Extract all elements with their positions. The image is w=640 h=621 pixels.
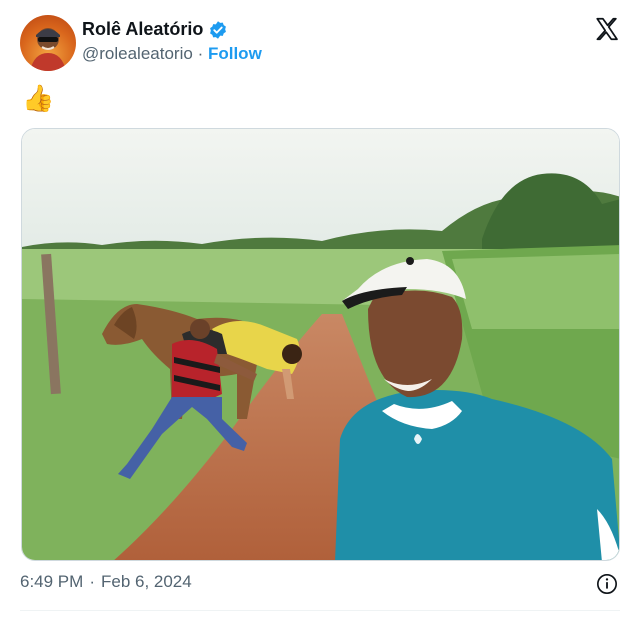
avatar[interactable] bbox=[20, 15, 76, 71]
info-icon[interactable] bbox=[596, 573, 618, 595]
footer-divider bbox=[20, 610, 620, 611]
handle-separator: · bbox=[197, 44, 204, 63]
post-text: 👍 bbox=[22, 83, 55, 113]
author-name[interactable]: Rolê Aleatório bbox=[82, 19, 228, 40]
x-logo-icon[interactable] bbox=[594, 16, 620, 42]
handle-row: @rolealeatorio · Follow bbox=[82, 44, 262, 64]
post-photo-scene bbox=[22, 129, 619, 560]
meta-separator: · bbox=[89, 572, 95, 591]
avatar-portrait-icon bbox=[30, 28, 66, 71]
tweet-card: Rolê Aleatório @rolealeatorio · Follow 👍 bbox=[0, 0, 640, 621]
verified-badge-icon bbox=[210, 20, 227, 39]
author-name-text[interactable]: Rolê Aleatório bbox=[82, 19, 203, 40]
post-time[interactable]: 6:49 PM bbox=[20, 572, 83, 592]
post-date[interactable]: Feb 6, 2024 bbox=[101, 572, 192, 592]
follow-button[interactable]: Follow bbox=[208, 44, 262, 63]
post-meta: 6:49 PM · Feb 6, 2024 bbox=[20, 572, 192, 592]
author-handle[interactable]: @rolealeatorio bbox=[82, 44, 193, 63]
post-image[interactable] bbox=[21, 128, 620, 561]
